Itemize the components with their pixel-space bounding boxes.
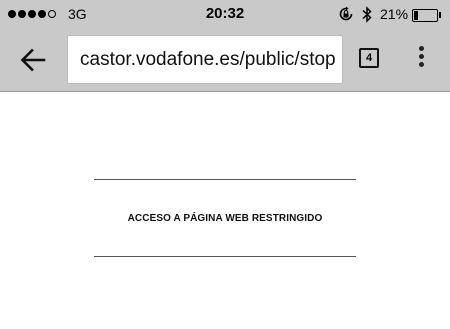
menu-dot [418,62,424,67]
battery-icon [412,9,438,22]
battery-percentage: 21% [380,6,409,22]
back-arrow-icon[interactable] [18,46,48,74]
bluetooth-icon [362,6,372,23]
orientation-lock-icon [339,6,353,21]
page-content: ACCESO A PÁGINA WEB RESTRINGIDO [0,92,450,329]
battery-cap [439,12,441,18]
menu-dot [418,54,424,59]
overflow-menu-icon[interactable] [412,46,430,72]
restricted-access-message: ACCESO A PÁGINA WEB RESTRINGIDO [127,213,323,224]
divider-bottom [94,256,356,257]
status-bar: 3G 20:32 21% [0,0,450,30]
tabs-icon[interactable]: 4 [359,48,379,68]
divider-top [94,179,356,180]
menu-dot [418,46,424,51]
browser-toolbar: castor.vodafone.es/public/stop 4 [0,30,450,92]
address-bar[interactable]: castor.vodafone.es/public/stop [67,35,343,84]
url-text: castor.vodafone.es/public/stop [80,49,336,70]
battery-fill [414,11,418,20]
